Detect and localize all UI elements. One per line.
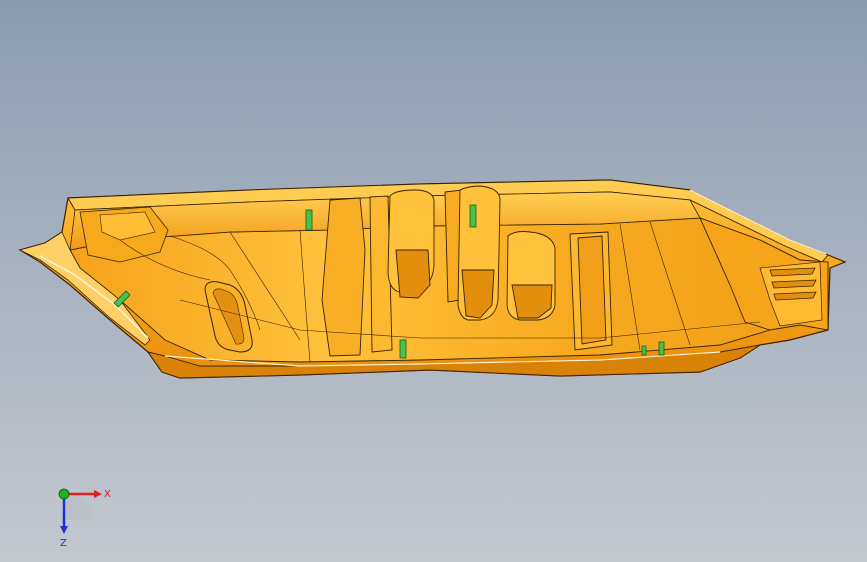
part-right-ribs xyxy=(769,267,817,301)
z-axis-arrow xyxy=(60,526,68,534)
x-axis-label: X xyxy=(104,489,111,500)
triad-shadow xyxy=(66,494,92,520)
feature-pin-3 xyxy=(399,339,407,359)
y-axis-origin-dot xyxy=(58,488,70,500)
x-axis-arrow xyxy=(94,490,102,498)
3d-part-model[interactable] xyxy=(0,0,867,562)
feature-pin-1 xyxy=(305,209,313,231)
feature-pin-2 xyxy=(469,204,477,228)
graphics-viewport[interactable]: X Z xyxy=(0,0,867,562)
z-axis-label: Z xyxy=(60,538,67,549)
axis-triad: X Z xyxy=(58,488,111,549)
feature-pin-4 xyxy=(658,341,665,356)
feature-pin-5 xyxy=(641,345,647,356)
